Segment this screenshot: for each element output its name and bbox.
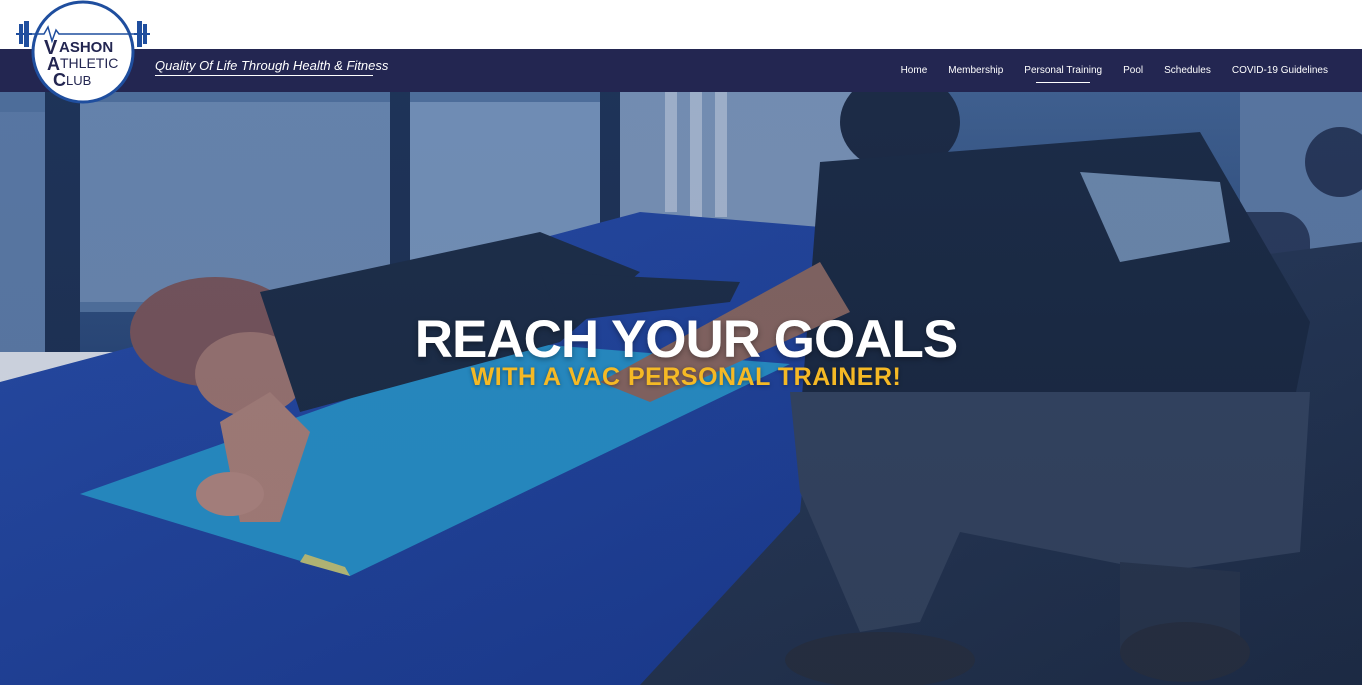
nav-item-covid-guidelines[interactable]: COVID-19 Guidelines (1232, 61, 1328, 80)
nav-item-home[interactable]: Home (901, 61, 928, 80)
logo-line2: THLETIC (60, 55, 118, 71)
nav-item-schedules[interactable]: Schedules (1164, 61, 1211, 80)
hero-subheadline: WITH A VAC PERSONAL TRAINER! (470, 363, 902, 391)
logo-line1: ASHON (59, 39, 113, 56)
nav-item-membership[interactable]: Membership (948, 61, 1003, 80)
logo-initial-c: C (53, 70, 66, 90)
main-nav: Home Membership Personal Training Pool S… (880, 49, 1328, 92)
hero-headline: REACH YOUR GOALS (414, 310, 959, 369)
site-tagline: Quality Of Life Through Health & Fitness (155, 58, 388, 76)
nav-item-personal-training[interactable]: Personal Training (1024, 61, 1102, 83)
nav-item-pool[interactable]: Pool (1123, 61, 1143, 80)
logo-line3: LUB (66, 73, 91, 88)
top-white-bar (0, 0, 1362, 49)
site-logo[interactable]: V ASHON A THLETIC C LUB (14, 0, 152, 104)
logo-graphic: V ASHON A THLETIC C LUB (16, 0, 150, 104)
